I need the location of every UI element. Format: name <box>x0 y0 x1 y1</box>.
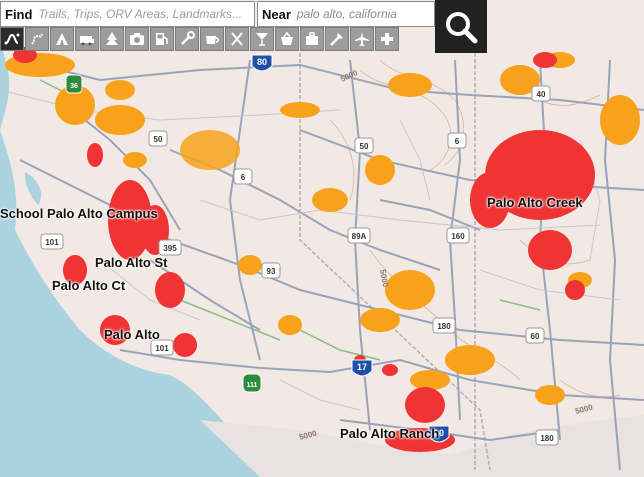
us-highway-shield: 6 <box>233 168 253 185</box>
svg-text:180: 180 <box>540 434 554 443</box>
interstate-shield: 17 <box>351 359 373 377</box>
us-highway-shield: 50 <box>148 130 168 147</box>
interstate-shield: 80 <box>251 54 273 72</box>
restaurant-icon[interactable] <box>225 27 249 51</box>
state-route-shield: 111 <box>242 373 262 393</box>
us-highway-shield: 89A <box>347 227 371 244</box>
near-label: Near <box>262 6 291 22</box>
shopping-icon[interactable] <box>275 27 299 51</box>
us-highway-shield: 6 <box>447 132 467 149</box>
svg-text:6: 6 <box>455 137 460 146</box>
us-highway-shield: 93 <box>261 262 281 279</box>
svg-text:395: 395 <box>163 244 177 253</box>
svg-text:180: 180 <box>437 322 451 331</box>
svg-text:160: 160 <box>451 232 465 241</box>
search-icon <box>446 11 478 43</box>
parts-icon[interactable] <box>325 27 349 51</box>
us-highway-shield: 50 <box>354 137 374 154</box>
hospital-icon[interactable] <box>375 27 399 51</box>
us-highway-shield: 180 <box>432 317 456 334</box>
near-input[interactable]: palo alto, california <box>297 7 397 21</box>
us-highway-shield: 40 <box>531 85 551 102</box>
svg-text:50: 50 <box>154 135 163 144</box>
find-field[interactable]: Find Trails, Trips, ORV Areas, Landmarks… <box>0 1 255 27</box>
tools-icon[interactable] <box>175 27 199 51</box>
search-button[interactable] <box>435 0 487 53</box>
us-highway-shield: 101 <box>150 339 174 356</box>
svg-text:101: 101 <box>45 238 59 247</box>
svg-text:89A: 89A <box>352 232 367 241</box>
place-label[interactable]: Palo Alto Creek <box>487 195 583 210</box>
place-label[interactable]: Palo Alto Ranch <box>340 426 439 441</box>
svg-text:40: 40 <box>537 90 546 99</box>
trail-icon[interactable] <box>25 27 49 51</box>
svg-text:50: 50 <box>360 142 369 151</box>
camping-icon[interactable] <box>50 27 74 51</box>
find-label: Find <box>5 6 33 22</box>
forest-icon[interactable] <box>100 27 124 51</box>
shield-number: 80 <box>257 57 267 67</box>
near-field[interactable]: Near palo alto, california <box>257 1 435 27</box>
bar-icon[interactable] <box>250 27 274 51</box>
us-highway-shield: 60 <box>525 327 545 344</box>
lodging-icon[interactable] <box>300 27 324 51</box>
toolbar: Find Trails, Trips, ORV Areas, Landmarks… <box>0 0 644 53</box>
camera-icon[interactable] <box>125 27 149 51</box>
svg-text:93: 93 <box>267 267 276 276</box>
place-label[interactable]: School Palo Alto Campus <box>0 206 158 221</box>
svg-text:6: 6 <box>241 173 246 182</box>
fuel-icon[interactable] <box>150 27 174 51</box>
shield-number: 17 <box>357 362 367 372</box>
place-label[interactable]: Palo Alto Ct <box>52 278 125 293</box>
svg-text:60: 60 <box>531 332 540 341</box>
place-label[interactable]: Palo Alto <box>104 327 160 342</box>
svg-text:111: 111 <box>247 382 258 389</box>
svg-text:101: 101 <box>155 344 169 353</box>
state-route-shield: 36 <box>65 74 83 94</box>
coffee-icon[interactable] <box>200 27 224 51</box>
search-row: Find Trails, Trips, ORV Areas, Landmarks… <box>0 0 644 28</box>
us-highway-shield: 101 <box>40 233 64 250</box>
airport-icon[interactable] <box>350 27 374 51</box>
find-input[interactable]: Trails, Trips, ORV Areas, Landmarks... <box>38 7 242 21</box>
place-label[interactable]: Palo Alto St <box>95 255 167 270</box>
svg-text:36: 36 <box>70 83 78 90</box>
category-bar <box>0 27 435 53</box>
us-highway-shield: 395 <box>158 239 182 256</box>
rv-icon[interactable] <box>75 27 99 51</box>
map-canvas[interactable]: 5000 5000 5000 5000 80 17 10 50 50 6 6 1… <box>0 0 644 477</box>
route-icon[interactable] <box>0 27 24 51</box>
us-highway-shield: 160 <box>446 227 470 244</box>
us-highway-shield: 180 <box>535 429 559 446</box>
